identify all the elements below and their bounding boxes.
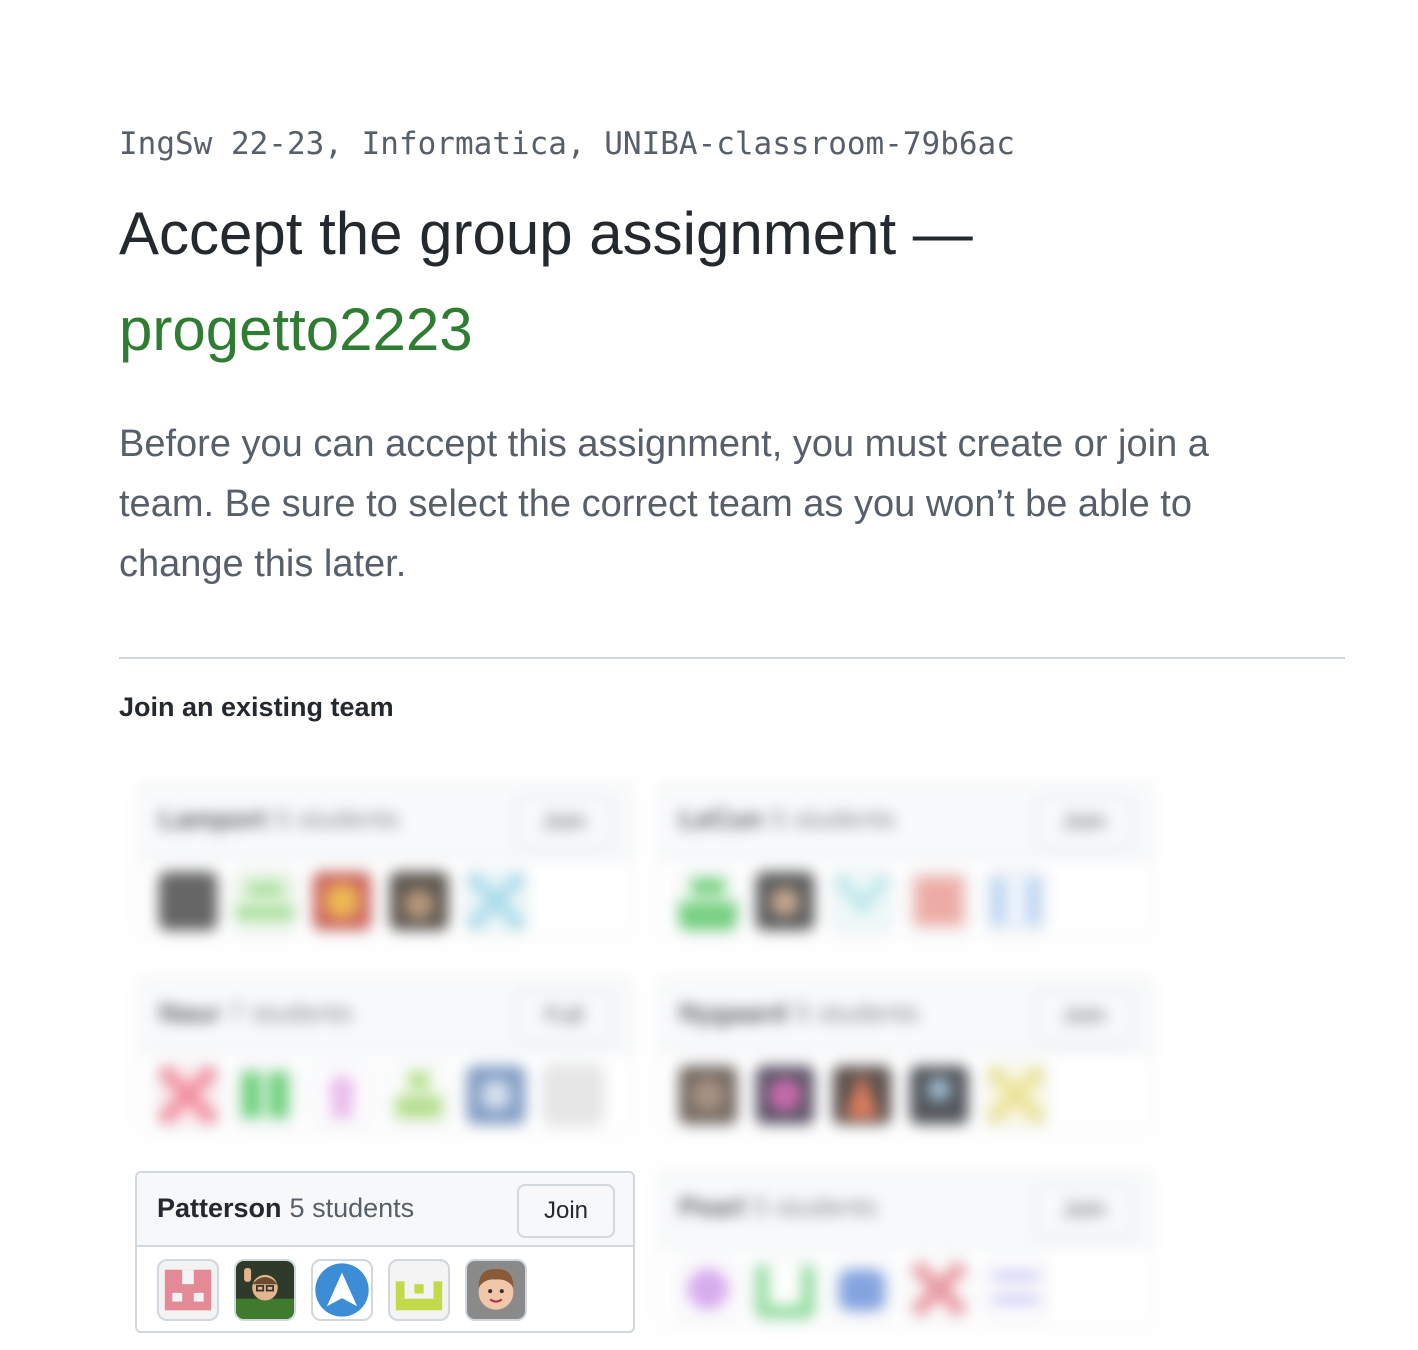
team-name: LeCun 5 students bbox=[679, 804, 896, 834]
avatar bbox=[677, 870, 739, 932]
team-name: Patterson 5 students bbox=[157, 1193, 415, 1223]
avatar bbox=[754, 1258, 816, 1320]
avatar bbox=[831, 1258, 893, 1320]
avatar bbox=[157, 870, 219, 932]
join-button[interactable]: Join bbox=[1035, 795, 1133, 849]
avatar bbox=[754, 870, 816, 932]
avatar bbox=[234, 870, 296, 932]
team-count: 5 students bbox=[289, 1193, 415, 1223]
avatar bbox=[388, 1064, 450, 1126]
team-avatars bbox=[677, 870, 1047, 932]
team-avatars bbox=[157, 870, 527, 932]
title-prefix: Accept the group assignment — bbox=[119, 200, 973, 267]
team-count: 5 students bbox=[771, 804, 896, 834]
avatar bbox=[311, 870, 373, 932]
team-avatars bbox=[157, 1259, 527, 1321]
avatar bbox=[831, 870, 893, 932]
avatar bbox=[465, 1064, 527, 1126]
team-header: Pearl 5 students Join bbox=[659, 1172, 1151, 1246]
arch-logo-avatar bbox=[311, 1259, 373, 1321]
identicon-pink-avatar bbox=[157, 1259, 219, 1321]
team-count: 5 students bbox=[275, 804, 400, 834]
avatar bbox=[908, 1064, 970, 1126]
page-title: Accept the group assignment — progetto22… bbox=[119, 186, 1319, 378]
team-card-patterson: Patterson 5 students Join bbox=[135, 1171, 635, 1333]
avatar bbox=[311, 1064, 373, 1126]
team-header: Lamport 5 students Join bbox=[139, 784, 631, 858]
avatar bbox=[677, 1064, 739, 1126]
team-name: Nygaard 5 students bbox=[679, 998, 920, 1028]
avatar bbox=[234, 1064, 296, 1126]
join-button[interactable]: Join bbox=[1035, 989, 1133, 1043]
team-card-lecun: LeCun 5 students Join bbox=[657, 782, 1153, 940]
identicon-lime-avatar bbox=[388, 1259, 450, 1321]
team-avatars bbox=[157, 1064, 604, 1126]
team-count: 5 students bbox=[795, 998, 920, 1028]
team-card-nygaard: Nygaard 5 students Join bbox=[657, 976, 1153, 1134]
team-card-lamport: Lamport 5 students Join bbox=[137, 782, 633, 940]
divider bbox=[119, 657, 1345, 659]
page: IngSw 22-23, Informatica, UNIBA-classroo… bbox=[0, 0, 1418, 1350]
avatar bbox=[831, 1064, 893, 1126]
team-header: LeCun 5 students Join bbox=[659, 784, 1151, 858]
assignment-name: progetto2223 bbox=[119, 296, 473, 363]
avatar bbox=[985, 1258, 1047, 1320]
team-card-pearl: Pearl 5 students Join bbox=[657, 1170, 1153, 1328]
team-count: 7 students bbox=[228, 998, 354, 1028]
section-heading: Join an existing team bbox=[119, 692, 394, 722]
team-count: 5 students bbox=[753, 1192, 878, 1222]
team-header: Patterson 5 students Join bbox=[137, 1173, 633, 1247]
team-avatars bbox=[677, 1258, 1047, 1320]
avatar bbox=[908, 870, 970, 932]
team-avatars bbox=[677, 1064, 1047, 1126]
classroom-name: IngSw 22-23, Informatica, UNIBA-classroo… bbox=[119, 126, 1015, 162]
avatar bbox=[465, 870, 527, 932]
avatar bbox=[985, 1064, 1047, 1126]
team-name: Lamport 5 students bbox=[159, 804, 400, 834]
team-header: Nygaard 5 students Join bbox=[659, 978, 1151, 1052]
avatar bbox=[908, 1258, 970, 1320]
team-name: Pearl 5 students bbox=[679, 1192, 878, 1222]
avatar bbox=[388, 870, 450, 932]
memoji-waving-avatar bbox=[234, 1259, 296, 1321]
lead-text: Before you can accept this assignment, y… bbox=[119, 423, 1209, 585]
avatar bbox=[677, 1258, 739, 1320]
avatar bbox=[542, 1064, 604, 1126]
avatar bbox=[985, 870, 1047, 932]
join-button[interactable]: Join bbox=[1035, 1183, 1133, 1237]
full-button[interactable]: Full bbox=[515, 989, 613, 1043]
avatar bbox=[754, 1064, 816, 1126]
join-button[interactable]: Join bbox=[515, 795, 613, 849]
team-card-naur: Naur 7 students Full bbox=[137, 976, 633, 1134]
team-header: Naur 7 students Full bbox=[139, 978, 631, 1052]
memoji-curly-avatar bbox=[465, 1259, 527, 1321]
team-name: Naur 7 students bbox=[159, 998, 354, 1028]
avatar bbox=[157, 1064, 219, 1126]
join-button[interactable]: Join bbox=[517, 1184, 615, 1238]
